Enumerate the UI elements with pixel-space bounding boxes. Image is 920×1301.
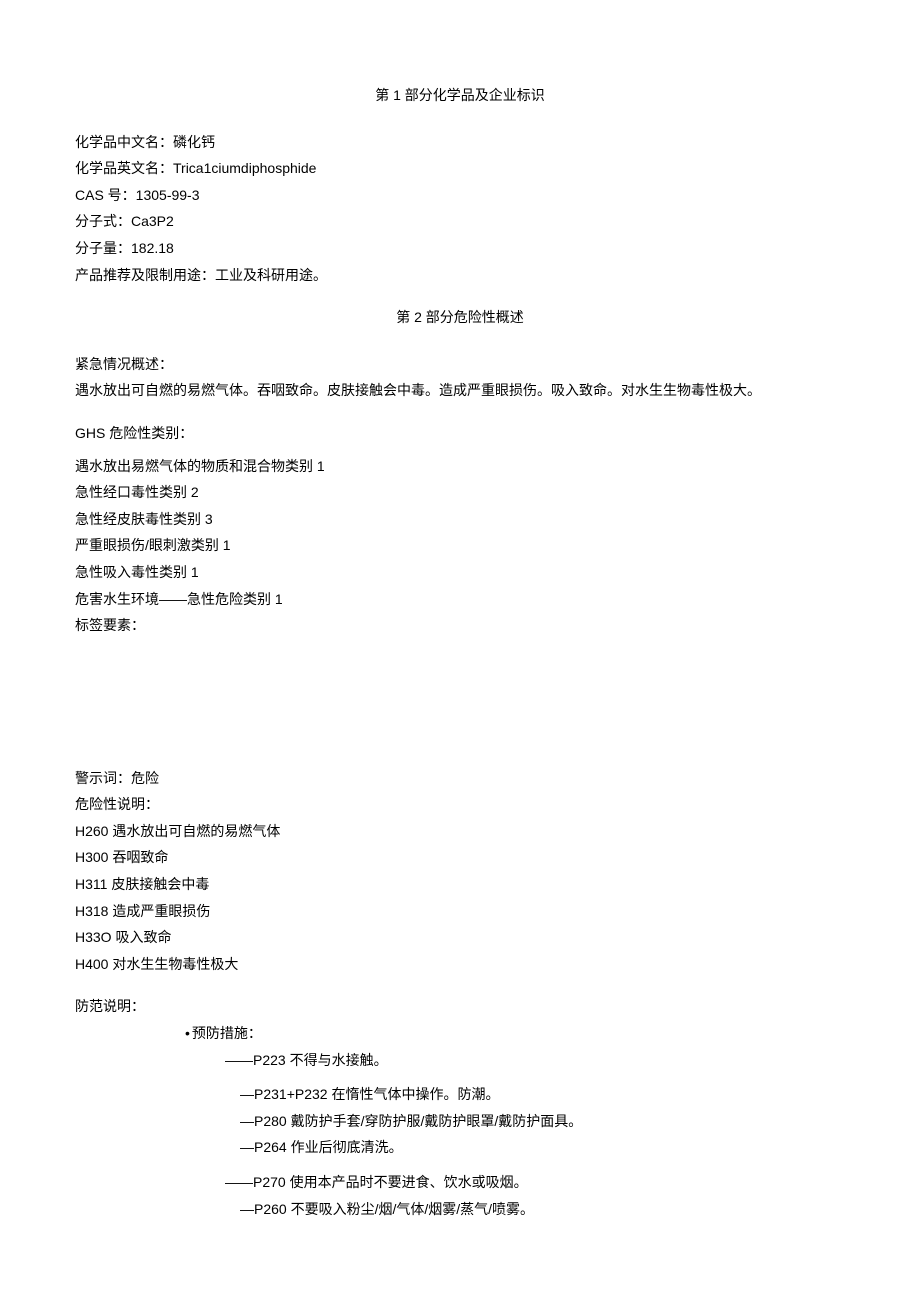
molecular-weight: 分子量：182.18 xyxy=(75,235,845,262)
emergency-label: 紧急情况概述： xyxy=(75,351,845,378)
section2-title: 第 2 部分危险性概述 xyxy=(75,304,845,331)
precaution-label: 防范说明： xyxy=(75,993,845,1020)
emergency-text: 遇水放出可自燃的易燃气体。吞咽致命。皮肤接触会中毒。造成严重眼损伤。吸入致命。对… xyxy=(75,377,845,404)
signal-hazard-block: 警示词：危险 危险性说明： H260 遇水放出可自燃的易燃气体 H300 吞咽致… xyxy=(75,765,845,978)
hazard-statement: H260 遇水放出可自燃的易燃气体 xyxy=(75,818,845,845)
ghs-label: GHS 危险性类别： xyxy=(75,420,845,447)
prevention-item: —P264 作业后彻底清洗。 xyxy=(75,1134,845,1161)
ghs-item: 危害水生环境——急性危险类别 1 xyxy=(75,586,845,613)
ghs-item: 遇水放出易燃气体的物质和混合物类别 1 xyxy=(75,453,845,480)
hazard-statement: H400 对水生生物毒性极大 xyxy=(75,951,845,978)
hazard-statement: H318 造成严重眼损伤 xyxy=(75,898,845,925)
ghs-item: 急性经口毒性类别 2 xyxy=(75,479,845,506)
prevention-item: —P260 不要吸入粉尘/烟/气体/烟雾/蒸气/喷雾。 xyxy=(75,1196,845,1223)
molecular-formula: 分子式：Ca3P2 xyxy=(75,208,845,235)
prevention-item: ——P270 使用本产品时不要进食、饮水或吸烟。 xyxy=(75,1169,845,1196)
cas-number: CAS 号：1305-99-3 xyxy=(75,182,845,209)
pictogram-placeholder xyxy=(75,655,845,765)
ghs-item: 急性吸入毒性类别 1 xyxy=(75,559,845,586)
chem-name-cn: 化学品中文名：磷化钙 xyxy=(75,129,845,156)
section1-body: 化学品中文名：磷化钙 化学品英文名：Trica1ciumdiphosphide … xyxy=(75,129,845,289)
signal-word: 警示词：危险 xyxy=(75,765,845,792)
prevention-items: ——P223 不得与水接触。 —P231+P232 在惰性气体中操作。防潮。 —… xyxy=(75,1047,845,1223)
prevention-item: —P280 戴防护手套/穿防护服/戴防护眼罩/戴防护面具。 xyxy=(75,1108,845,1135)
chem-name-en: 化学品英文名：Trica1ciumdiphosphide xyxy=(75,155,845,182)
recommended-use: 产品推荐及限制用途：工业及科研用途。 xyxy=(75,262,845,289)
prevention-item: —P231+P232 在惰性气体中操作。防潮。 xyxy=(75,1081,845,1108)
hazard-statement: H311 皮肤接触会中毒 xyxy=(75,871,845,898)
ghs-item: 急性经皮肤毒性类别 3 xyxy=(75,506,845,533)
ghs-item: 严重眼损伤/眼刺激类别 1 xyxy=(75,532,845,559)
prevention-item: ——P223 不得与水接触。 xyxy=(75,1047,845,1074)
prevention-label: 预防措施： xyxy=(75,1020,845,1047)
ghs-classification: GHS 危险性类别： xyxy=(75,420,845,447)
emergency-overview: 紧急情况概述： 遇水放出可自燃的易燃气体。吞咽致命。皮肤接触会中毒。造成严重眼损… xyxy=(75,351,845,404)
ghs-items: 遇水放出易燃气体的物质和混合物类别 1 急性经口毒性类别 2 急性经皮肤毒性类别… xyxy=(75,453,845,639)
hazard-statement: H33O 吸入致命 xyxy=(75,924,845,951)
hazard-statement: H300 吞咽致命 xyxy=(75,844,845,871)
hazard-label: 危险性说明： xyxy=(75,791,845,818)
section1-title: 第 1 部分化学品及企业标识 xyxy=(75,82,845,109)
label-elements: 标签要素： xyxy=(75,612,845,639)
